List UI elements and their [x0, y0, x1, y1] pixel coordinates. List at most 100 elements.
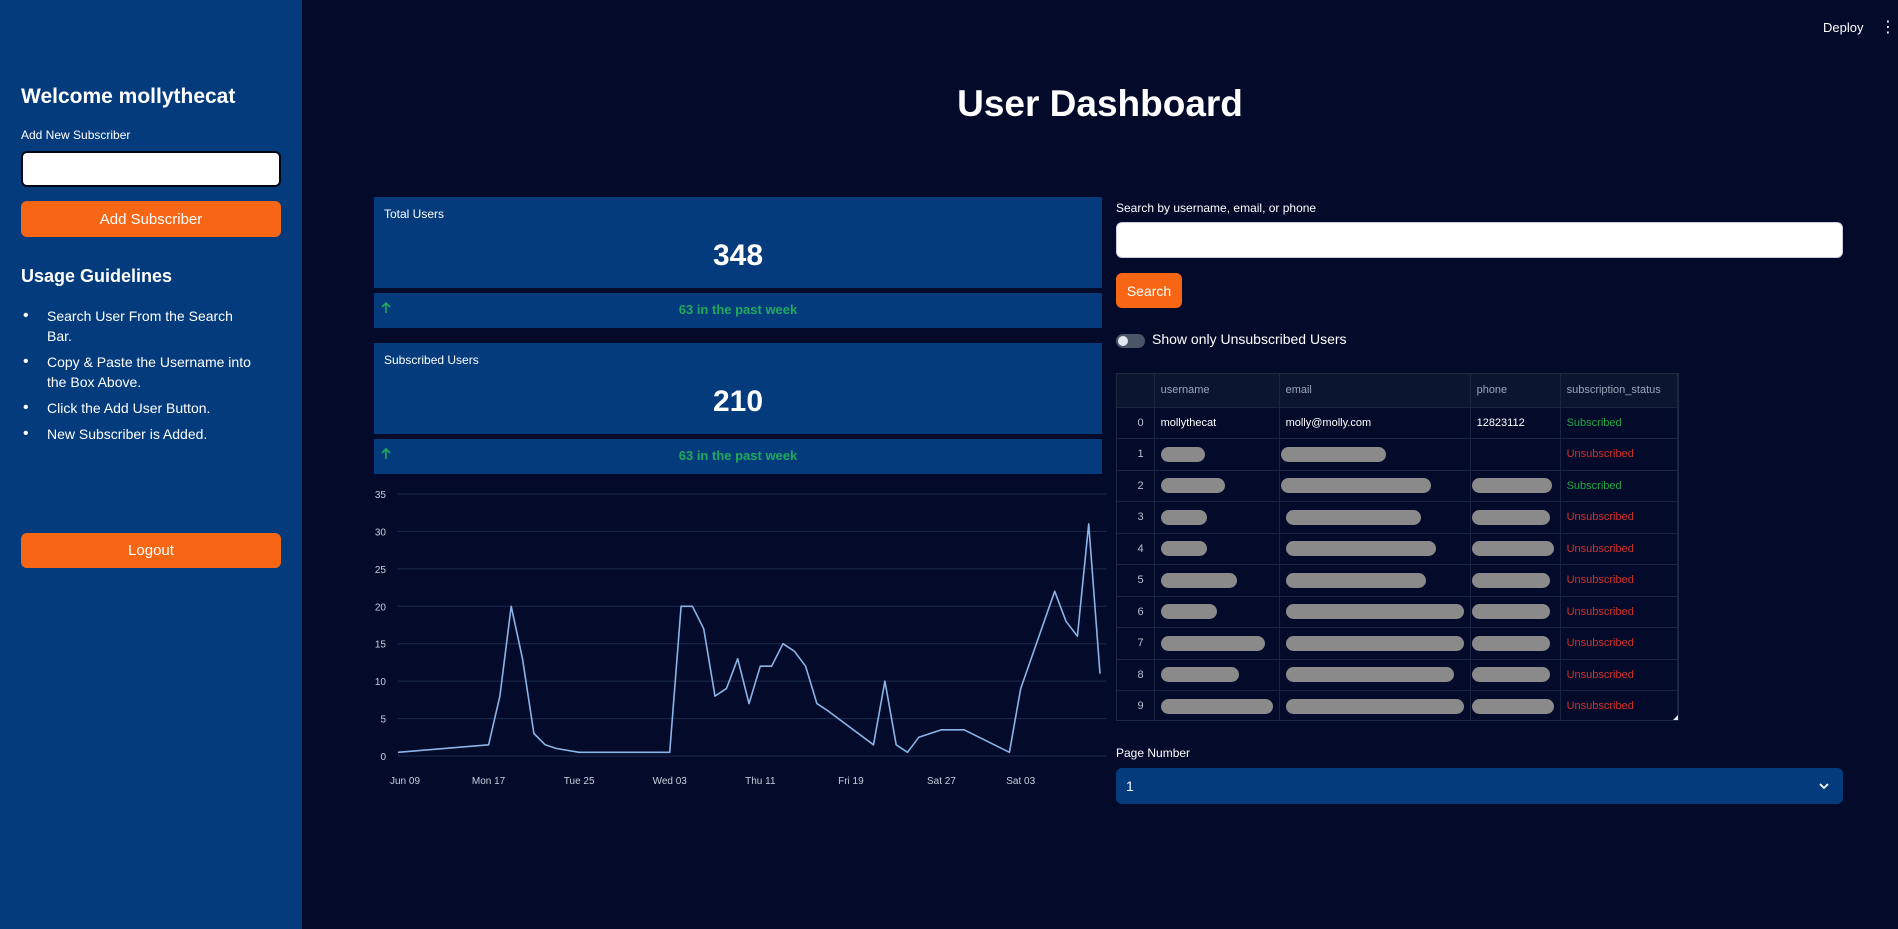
total-users-value: 348 [712, 239, 764, 272]
add-subscriber-button[interactable]: Add Subscriber [21, 201, 281, 237]
email-cell[interactable] [1279, 533, 1471, 565]
status-cell[interactable]: Subscribed [1560, 470, 1678, 502]
guideline-item: Copy & Paste the Username into the Box A… [21, 352, 261, 392]
column-header-phone[interactable]: phone [1470, 374, 1561, 408]
username-cell[interactable] [1154, 470, 1280, 502]
phone-cell[interactable] [1470, 564, 1561, 597]
users-table[interactable]: username email phone subscription_status… [1116, 373, 1679, 721]
redaction-mark [1160, 572, 1237, 588]
column-header-subscription-status[interactable]: subscription_status [1560, 374, 1678, 408]
page-number-label: Page Number [1116, 746, 1191, 760]
row-index: 4 [1117, 533, 1155, 565]
guideline-item: Search User From the Search Bar. [21, 306, 261, 346]
table-row[interactable]: 7 Unsubscribed [1117, 627, 1678, 660]
username-cell[interactable] [1154, 564, 1280, 597]
username-cell[interactable] [1154, 533, 1280, 565]
add-subscriber-input[interactable] [21, 151, 281, 187]
table-row[interactable]: 2 Subscribed [1117, 470, 1678, 502]
unsubscribed-toggle[interactable] [1116, 334, 1145, 348]
table-row[interactable]: 3 Unsubscribed [1117, 501, 1678, 534]
total-users-delta-text: 63 in the past week [678, 302, 798, 317]
status-cell[interactable]: Unsubscribed [1560, 501, 1678, 534]
status-cell[interactable]: Subscribed [1560, 407, 1678, 439]
phone-cell[interactable] [1470, 596, 1561, 628]
phone-cell[interactable]: 12823112 [1470, 407, 1561, 439]
email-cell[interactable] [1279, 659, 1471, 691]
email-cell[interactable] [1279, 470, 1471, 502]
username-cell[interactable] [1154, 596, 1280, 628]
email-cell[interactable]: molly@molly.com [1279, 407, 1471, 439]
redaction-mark [1285, 635, 1464, 651]
redaction-mark [1471, 667, 1550, 683]
table-row[interactable]: 6 Unsubscribed [1117, 596, 1678, 628]
redaction-mark [1471, 478, 1552, 494]
phone-cell[interactable] [1470, 627, 1561, 660]
username-cell[interactable] [1154, 501, 1280, 534]
page-number-select[interactable]: 1 [1116, 768, 1843, 804]
main-menu-icon[interactable]: ⋮ [1880, 20, 1896, 36]
username-cell[interactable] [1154, 438, 1280, 471]
status-cell[interactable]: Unsubscribed [1560, 564, 1678, 597]
username-cell[interactable] [1154, 627, 1280, 660]
email-cell[interactable] [1279, 564, 1471, 597]
page-number-value: 1 [1126, 778, 1134, 794]
email-cell[interactable] [1279, 438, 1471, 471]
status-cell[interactable]: Unsubscribed [1560, 627, 1678, 660]
table-row[interactable]: 0 mollythecat molly@molly.com 12823112 S… [1117, 407, 1678, 439]
column-header-index[interactable] [1117, 374, 1155, 408]
table-row[interactable]: 4 Unsubscribed [1117, 533, 1678, 565]
status-cell[interactable]: Unsubscribed [1560, 596, 1678, 628]
row-index: 5 [1117, 564, 1155, 597]
table-row[interactable]: 1 Unsubscribed [1117, 438, 1678, 471]
table-row[interactable]: 9 Unsubscribed [1117, 690, 1678, 720]
username-cell[interactable] [1154, 690, 1280, 720]
status-cell[interactable]: Unsubscribed [1560, 533, 1678, 565]
redaction-mark [1471, 698, 1554, 714]
phone-cell[interactable] [1470, 501, 1561, 534]
search-input[interactable] [1116, 222, 1843, 258]
redaction-mark [1285, 509, 1421, 525]
redaction-mark [1285, 698, 1464, 714]
row-index: 8 [1117, 659, 1155, 691]
phone-cell[interactable] [1470, 533, 1561, 565]
deploy-button[interactable]: Deploy [1823, 20, 1863, 35]
username-cell[interactable]: mollythecat [1154, 407, 1280, 439]
y-tick-label: 10 [375, 677, 387, 688]
email-cell[interactable] [1279, 596, 1471, 628]
username-cell[interactable] [1154, 659, 1280, 691]
phone-cell[interactable] [1470, 438, 1561, 471]
status-cell[interactable]: Unsubscribed [1560, 659, 1678, 691]
redaction-mark [1285, 572, 1426, 588]
phone-cell[interactable] [1470, 690, 1561, 720]
y-tick-label: 25 [375, 565, 387, 576]
series-line [397, 523, 1101, 754]
total-users-card: Total Users 348 [374, 197, 1102, 288]
table-row[interactable]: 5 Unsubscribed [1117, 564, 1678, 597]
phone-cell[interactable] [1470, 659, 1561, 691]
table-row[interactable]: 8 Unsubscribed [1117, 659, 1678, 691]
email-cell[interactable] [1279, 690, 1471, 720]
y-tick-label: 35 [375, 490, 387, 501]
status-cell[interactable]: Unsubscribed [1560, 438, 1678, 471]
total-users-delta: 63 in the past week [374, 293, 1102, 328]
column-header-username[interactable]: username [1154, 374, 1280, 408]
row-index: 6 [1117, 596, 1155, 628]
table-resize-handle[interactable] [1673, 715, 1678, 720]
column-header-email[interactable]: email [1279, 374, 1471, 408]
redaction-mark [1471, 604, 1550, 620]
phone-cell[interactable] [1470, 470, 1561, 502]
redaction-mark [1160, 635, 1265, 651]
email-cell[interactable] [1279, 501, 1471, 534]
subscribed-users-label: Subscribed Users [384, 353, 479, 367]
status-cell[interactable]: Unsubscribed [1560, 690, 1678, 720]
total-users-label: Total Users [384, 207, 445, 221]
row-index: 0 [1117, 407, 1155, 439]
email-cell[interactable] [1279, 627, 1471, 660]
redaction-mark [1160, 604, 1217, 620]
logout-button[interactable]: Logout [21, 533, 281, 568]
redaction-mark [1471, 635, 1550, 651]
search-button[interactable]: Search [1116, 273, 1182, 308]
y-tick-label: 20 [375, 602, 387, 613]
x-tick-label: Tue 25 [564, 776, 595, 787]
x-tick-label: Jun 09 [390, 776, 420, 787]
